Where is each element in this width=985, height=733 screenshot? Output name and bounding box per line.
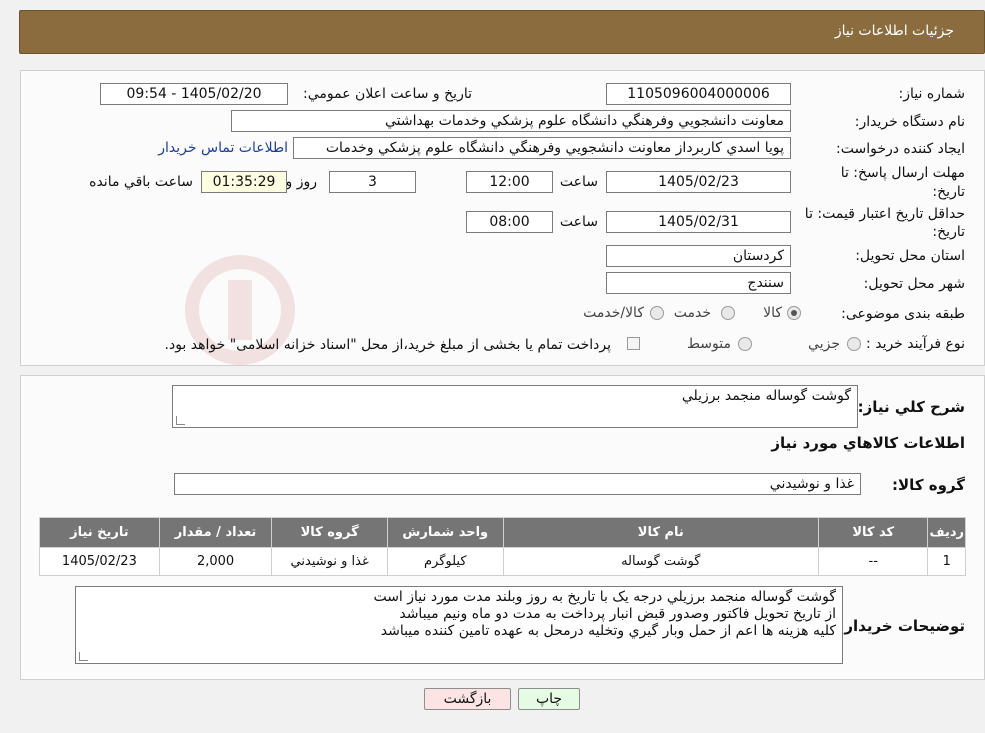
announce-label: تاریخ و ساعت اعلان عمومي: xyxy=(303,86,472,102)
category-service-radio[interactable] xyxy=(721,306,735,320)
announce-datetime-field: 1405/02/20 - 09:54 xyxy=(100,83,288,105)
category-label: طبقه بندی موضوعی: xyxy=(841,306,965,322)
summary-text: گوشت گوساله منجمد برزيلي xyxy=(681,388,851,404)
category-goods-label: كالا xyxy=(763,305,782,321)
cell-row: 1 xyxy=(927,547,966,576)
resize-handle-icon[interactable] xyxy=(79,652,88,661)
col-quantity: تعداد / مقدار xyxy=(158,517,273,548)
page-header: جزئیات اطلاعات نیاز xyxy=(19,10,985,54)
resize-handle-icon[interactable] xyxy=(176,416,185,425)
table-row: 1 -- گوشت گوساله كيلوگرم غذا و نوشيدني 2… xyxy=(39,547,966,576)
deadline-label: مهلت ارسال پاسخ: تا xyxy=(840,165,965,181)
buyer-notes-label: توضیحات خریدار: xyxy=(838,617,965,635)
need-number-label: شماره نیاز: xyxy=(898,86,966,102)
goods-group-field: غذا و نوشيدني xyxy=(174,473,861,495)
province-field: كردستان xyxy=(606,245,791,267)
col-unit: واحد شمارش xyxy=(386,517,504,548)
goods-info-title: اطلاعات كالاهاي مورد نياز xyxy=(771,434,965,452)
process-medium-radio[interactable] xyxy=(738,337,752,351)
buyer-notes-line: از تاريخ تحويل فاکتور وصدور قبض انبار پر… xyxy=(399,606,836,622)
buyer-contact-link[interactable]: اطلاعات تماس خریدار xyxy=(158,140,288,156)
col-date: تاريخ نياز xyxy=(39,517,160,548)
cell-date: 1405/02/23 xyxy=(39,547,160,576)
validity-time-label: ساعت xyxy=(559,214,598,230)
remaining-word: ساعت باقي مانده xyxy=(89,174,193,190)
buyer-org-label: نام دستگاه خریدار: xyxy=(854,114,965,130)
province-label: استان محل تحویل: xyxy=(855,248,965,264)
col-row: رديف xyxy=(927,517,966,548)
cell-quantity: 2,000 xyxy=(158,547,273,576)
remaining-days-field: 3 xyxy=(329,171,416,193)
cell-group: غذا و نوشيدني xyxy=(271,547,388,576)
deadline-date-field: 1405/02/23 xyxy=(606,171,791,193)
buyer-notes-line: کليه هزينه ها اعم از حمل وبار گيري وتخلي… xyxy=(380,623,836,639)
validity-date-field: 1405/02/31 xyxy=(606,211,791,233)
goods-table-header: رديف كد كالا نام كالا واحد شمارش گروه كا… xyxy=(39,517,966,548)
category-both-label: كالا/خدمت xyxy=(583,305,644,321)
category-goods-radio[interactable] xyxy=(787,306,801,320)
category-service-label: خدمت xyxy=(673,305,711,321)
validity-label-date: تاریخ: xyxy=(932,224,965,240)
summary-label: شرح كلي نياز: xyxy=(857,398,965,416)
buyer-notes-field: گوشت گوساله منجمد برزيلي درجه يک با تاري… xyxy=(75,586,843,664)
creator-field: پويا اسدي كاربرداز معاونت دانشجويي وفرهن… xyxy=(293,137,791,159)
category-both-radio[interactable] xyxy=(650,306,664,320)
process-medium-label: متوسط xyxy=(687,336,731,352)
days-word: روز و xyxy=(285,174,318,190)
col-name: نام كالا xyxy=(502,517,819,548)
treasury-checkbox[interactable] xyxy=(627,337,640,350)
validity-label: حداقل تاریخ اعتبار قیمت: تا xyxy=(804,206,965,222)
process-minor-radio[interactable] xyxy=(847,337,861,351)
process-label: نوع فرآیند خرید : xyxy=(866,336,965,352)
cell-code: -- xyxy=(817,547,929,576)
city-field: سنندج xyxy=(606,272,791,294)
col-group: گروه كالا xyxy=(271,517,388,548)
deadline-time-label: ساعت xyxy=(559,174,598,190)
goods-group-label: گروه كالا: xyxy=(892,476,965,494)
summary-field: گوشت گوساله منجمد برزيلي xyxy=(172,385,858,428)
print-button[interactable]: چاپ xyxy=(518,688,580,710)
process-note: پرداخت تمام یا بخشی از مبلغ خرید،از محل … xyxy=(164,337,611,353)
process-minor-label: جزيي xyxy=(808,336,840,352)
validity-time-field: 08:00 xyxy=(466,211,553,233)
buyer-org-field: معاونت دانشجويي وفرهنگي دانشگاه علوم پزش… xyxy=(231,110,791,132)
page-title: جزئیات اطلاعات نیاز xyxy=(834,23,954,39)
buyer-notes-line: گوشت گوساله منجمد برزيلي درجه يک با تاري… xyxy=(373,589,836,605)
creator-label: ایجاد کننده درخواست: xyxy=(836,141,965,157)
col-code: كد كالا xyxy=(817,517,929,548)
cell-name: گوشت گوساله xyxy=(502,547,819,576)
remaining-time-field: 01:35:29 xyxy=(201,171,287,193)
goods-table: رديف كد كالا نام كالا واحد شمارش گروه كا… xyxy=(39,517,966,576)
need-number-field: 1105096004000006 xyxy=(606,83,791,105)
deadline-label-date: تاریخ: xyxy=(932,184,965,200)
city-label: شهر محل تحویل: xyxy=(863,276,965,292)
deadline-time-field: 12:00 xyxy=(466,171,553,193)
cell-unit: كيلوگرم xyxy=(386,547,504,576)
back-button[interactable]: بازگشت xyxy=(424,688,511,710)
